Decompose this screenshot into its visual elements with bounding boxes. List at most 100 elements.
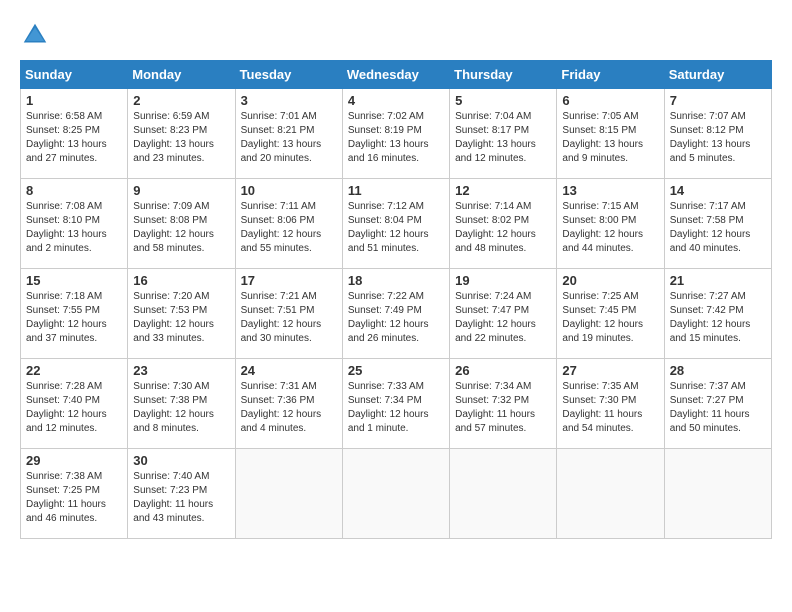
cell-content: Sunrise: 7:28 AMSunset: 7:40 PMDaylight:… <box>26 380 122 436</box>
day-number: 27 <box>562 363 658 378</box>
day-number: 26 <box>455 363 551 378</box>
day-number: 21 <box>670 273 766 288</box>
calendar-cell: 23 Sunrise: 7:30 AMSunset: 7:38 PMDaylig… <box>128 359 235 449</box>
calendar-cell: 30 Sunrise: 7:40 AMSunset: 7:23 PMDaylig… <box>128 449 235 539</box>
calendar-week: 1 Sunrise: 6:58 AMSunset: 8:25 PMDayligh… <box>21 89 772 179</box>
day-number: 18 <box>348 273 444 288</box>
calendar-cell: 12 Sunrise: 7:14 AMSunset: 8:02 PMDaylig… <box>450 179 557 269</box>
cell-content: Sunrise: 7:12 AMSunset: 8:04 PMDaylight:… <box>348 200 444 256</box>
calendar-cell: 8 Sunrise: 7:08 AMSunset: 8:10 PMDayligh… <box>21 179 128 269</box>
day-number: 10 <box>241 183 337 198</box>
day-number: 8 <box>26 183 122 198</box>
calendar-cell <box>342 449 449 539</box>
cell-content: Sunrise: 7:34 AMSunset: 7:32 PMDaylight:… <box>455 380 551 436</box>
day-number: 1 <box>26 93 122 108</box>
calendar-cell: 20 Sunrise: 7:25 AMSunset: 7:45 PMDaylig… <box>557 269 664 359</box>
day-number: 2 <box>133 93 229 108</box>
day-number: 11 <box>348 183 444 198</box>
day-number: 3 <box>241 93 337 108</box>
logo-icon <box>20 20 50 50</box>
day-header: Thursday <box>450 61 557 89</box>
cell-content: Sunrise: 7:18 AMSunset: 7:55 PMDaylight:… <box>26 290 122 346</box>
calendar-cell: 21 Sunrise: 7:27 AMSunset: 7:42 PMDaylig… <box>664 269 771 359</box>
calendar-cell: 25 Sunrise: 7:33 AMSunset: 7:34 PMDaylig… <box>342 359 449 449</box>
cell-content: Sunrise: 7:01 AMSunset: 8:21 PMDaylight:… <box>241 110 337 166</box>
cell-content: Sunrise: 7:24 AMSunset: 7:47 PMDaylight:… <box>455 290 551 346</box>
cell-content: Sunrise: 7:30 AMSunset: 7:38 PMDaylight:… <box>133 380 229 436</box>
day-number: 6 <box>562 93 658 108</box>
day-header: Friday <box>557 61 664 89</box>
calendar-cell <box>664 449 771 539</box>
day-number: 23 <box>133 363 229 378</box>
day-number: 24 <box>241 363 337 378</box>
cell-content: Sunrise: 7:02 AMSunset: 8:19 PMDaylight:… <box>348 110 444 166</box>
calendar-cell: 18 Sunrise: 7:22 AMSunset: 7:49 PMDaylig… <box>342 269 449 359</box>
cell-content: Sunrise: 7:40 AMSunset: 7:23 PMDaylight:… <box>133 470 229 526</box>
calendar-cell: 16 Sunrise: 7:20 AMSunset: 7:53 PMDaylig… <box>128 269 235 359</box>
day-number: 17 <box>241 273 337 288</box>
day-number: 12 <box>455 183 551 198</box>
cell-content: Sunrise: 7:21 AMSunset: 7:51 PMDaylight:… <box>241 290 337 346</box>
calendar-table: SundayMondayTuesdayWednesdayThursdayFrid… <box>20 60 772 539</box>
cell-content: Sunrise: 7:15 AMSunset: 8:00 PMDaylight:… <box>562 200 658 256</box>
day-number: 13 <box>562 183 658 198</box>
calendar-cell: 13 Sunrise: 7:15 AMSunset: 8:00 PMDaylig… <box>557 179 664 269</box>
day-number: 28 <box>670 363 766 378</box>
calendar-cell <box>235 449 342 539</box>
cell-content: Sunrise: 6:59 AMSunset: 8:23 PMDaylight:… <box>133 110 229 166</box>
cell-content: Sunrise: 7:38 AMSunset: 7:25 PMDaylight:… <box>26 470 122 526</box>
cell-content: Sunrise: 7:35 AMSunset: 7:30 PMDaylight:… <box>562 380 658 436</box>
calendar-cell: 3 Sunrise: 7:01 AMSunset: 8:21 PMDayligh… <box>235 89 342 179</box>
calendar-cell: 22 Sunrise: 7:28 AMSunset: 7:40 PMDaylig… <box>21 359 128 449</box>
calendar-cell <box>450 449 557 539</box>
calendar-week: 22 Sunrise: 7:28 AMSunset: 7:40 PMDaylig… <box>21 359 772 449</box>
day-header: Wednesday <box>342 61 449 89</box>
day-number: 7 <box>670 93 766 108</box>
day-number: 9 <box>133 183 229 198</box>
calendar-cell: 17 Sunrise: 7:21 AMSunset: 7:51 PMDaylig… <box>235 269 342 359</box>
calendar-cell: 6 Sunrise: 7:05 AMSunset: 8:15 PMDayligh… <box>557 89 664 179</box>
calendar-cell: 10 Sunrise: 7:11 AMSunset: 8:06 PMDaylig… <box>235 179 342 269</box>
cell-content: Sunrise: 7:07 AMSunset: 8:12 PMDaylight:… <box>670 110 766 166</box>
calendar-cell: 24 Sunrise: 7:31 AMSunset: 7:36 PMDaylig… <box>235 359 342 449</box>
calendar-cell <box>557 449 664 539</box>
day-header: Sunday <box>21 61 128 89</box>
calendar-cell: 1 Sunrise: 6:58 AMSunset: 8:25 PMDayligh… <box>21 89 128 179</box>
cell-content: Sunrise: 7:17 AMSunset: 7:58 PMDaylight:… <box>670 200 766 256</box>
calendar-cell: 26 Sunrise: 7:34 AMSunset: 7:32 PMDaylig… <box>450 359 557 449</box>
cell-content: Sunrise: 7:04 AMSunset: 8:17 PMDaylight:… <box>455 110 551 166</box>
cell-content: Sunrise: 7:27 AMSunset: 7:42 PMDaylight:… <box>670 290 766 346</box>
day-number: 16 <box>133 273 229 288</box>
cell-content: Sunrise: 7:14 AMSunset: 8:02 PMDaylight:… <box>455 200 551 256</box>
cell-content: Sunrise: 7:37 AMSunset: 7:27 PMDaylight:… <box>670 380 766 436</box>
cell-content: Sunrise: 7:05 AMSunset: 8:15 PMDaylight:… <box>562 110 658 166</box>
calendar-cell: 29 Sunrise: 7:38 AMSunset: 7:25 PMDaylig… <box>21 449 128 539</box>
day-number: 15 <box>26 273 122 288</box>
calendar-week: 29 Sunrise: 7:38 AMSunset: 7:25 PMDaylig… <box>21 449 772 539</box>
calendar-cell: 11 Sunrise: 7:12 AMSunset: 8:04 PMDaylig… <box>342 179 449 269</box>
calendar-cell: 2 Sunrise: 6:59 AMSunset: 8:23 PMDayligh… <box>128 89 235 179</box>
cell-content: Sunrise: 7:08 AMSunset: 8:10 PMDaylight:… <box>26 200 122 256</box>
calendar-cell: 15 Sunrise: 7:18 AMSunset: 7:55 PMDaylig… <box>21 269 128 359</box>
day-header: Monday <box>128 61 235 89</box>
cell-content: Sunrise: 7:20 AMSunset: 7:53 PMDaylight:… <box>133 290 229 346</box>
cell-content: Sunrise: 6:58 AMSunset: 8:25 PMDaylight:… <box>26 110 122 166</box>
day-header: Saturday <box>664 61 771 89</box>
cell-content: Sunrise: 7:31 AMSunset: 7:36 PMDaylight:… <box>241 380 337 436</box>
day-number: 4 <box>348 93 444 108</box>
calendar-cell: 14 Sunrise: 7:17 AMSunset: 7:58 PMDaylig… <box>664 179 771 269</box>
day-number: 20 <box>562 273 658 288</box>
cell-content: Sunrise: 7:09 AMSunset: 8:08 PMDaylight:… <box>133 200 229 256</box>
day-number: 19 <box>455 273 551 288</box>
calendar-cell: 27 Sunrise: 7:35 AMSunset: 7:30 PMDaylig… <box>557 359 664 449</box>
day-number: 14 <box>670 183 766 198</box>
page-header <box>20 20 772 50</box>
logo <box>20 20 54 50</box>
day-number: 25 <box>348 363 444 378</box>
calendar-cell: 7 Sunrise: 7:07 AMSunset: 8:12 PMDayligh… <box>664 89 771 179</box>
day-number: 29 <box>26 453 122 468</box>
day-number: 22 <box>26 363 122 378</box>
cell-content: Sunrise: 7:11 AMSunset: 8:06 PMDaylight:… <box>241 200 337 256</box>
calendar-week: 15 Sunrise: 7:18 AMSunset: 7:55 PMDaylig… <box>21 269 772 359</box>
calendar-cell: 9 Sunrise: 7:09 AMSunset: 8:08 PMDayligh… <box>128 179 235 269</box>
